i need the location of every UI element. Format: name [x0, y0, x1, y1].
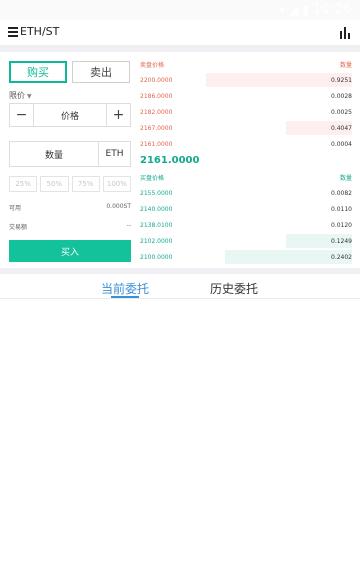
buy-button[interactable]: 买入: [9, 240, 131, 262]
percent-50-button[interactable]: 50%: [40, 176, 69, 192]
ask-header: 卖盘价格 数量: [140, 60, 352, 69]
quantity-input[interactable]: 数量: [10, 142, 98, 166]
bid-price: 2138.0100: [140, 221, 173, 229]
ask-row[interactable]: 2167.0000 0.4047: [140, 120, 352, 136]
quantity-field: 数量 ETH: [9, 141, 131, 167]
percent-100-button[interactable]: 100%: [102, 176, 131, 192]
available-value: 0.000ST: [106, 203, 131, 210]
ask-amount: 0.0025: [331, 108, 352, 116]
ask-row[interactable]: 2186.0000 0.0028: [140, 88, 352, 104]
ask-price: 2200.0000: [140, 76, 173, 84]
amount-label: 交易额: [9, 224, 28, 231]
ask-price: 2161.0000: [140, 140, 173, 148]
bid-price: 2155.0000: [140, 189, 173, 197]
orders-tabs: 当前委托 历史委托: [0, 274, 360, 299]
bid-amount-header: 数量: [339, 175, 352, 182]
ask-price: 2186.0000: [140, 92, 173, 100]
wifi-icon: ▾: [279, 2, 286, 17]
ask-amount: 0.0028: [331, 92, 352, 100]
ask-price: 2167.0000: [140, 124, 173, 132]
tab-current-orders[interactable]: 当前委托: [101, 280, 149, 297]
divider: [0, 46, 360, 52]
bid-row[interactable]: 2102.0000 0.1249: [140, 233, 352, 249]
bid-price: 2140.0000: [140, 205, 173, 213]
buy-tab[interactable]: 购买: [9, 61, 67, 83]
amount-value: --: [126, 222, 131, 229]
bid-header: 买盘价格 数量: [140, 173, 352, 182]
chart-icon[interactable]: [340, 27, 352, 39]
bid-price: 2102.0000: [140, 237, 173, 245]
active-tab-indicator: [111, 296, 139, 298]
ask-price: 2182.0000: [140, 108, 173, 116]
ask-row[interactable]: 2161.0000 0.0004: [140, 136, 352, 152]
ask-amount: 0.0004: [331, 140, 352, 148]
available-row: 可用 0.000ST: [9, 203, 131, 212]
amount-row: 交易额 --: [9, 222, 131, 231]
app-header: ETH/ST: [0, 20, 360, 46]
battery-icon: ▮: [302, 2, 310, 17]
price-increase-button[interactable]: +: [106, 104, 130, 126]
bid-amount: 0.0082: [331, 189, 352, 197]
ask-row[interactable]: 2182.0000 0.0025: [140, 104, 352, 120]
ask-row[interactable]: 2200.0000 0.9251: [140, 72, 352, 88]
bid-row[interactable]: 2140.0000 0.0110: [140, 201, 352, 217]
percent-25-button[interactable]: 25%: [9, 176, 38, 192]
ask-amount-header: 数量: [339, 62, 352, 69]
available-label: 可用: [9, 205, 22, 212]
status-bar: ▾ ◢ ▮ 10:26: [0, 0, 360, 20]
price-stepper: − 价格 +: [9, 103, 131, 127]
order-type-label: 限价: [9, 91, 25, 100]
last-price: 2161.0000: [140, 155, 200, 166]
order-type-select[interactable]: 限价 ▼: [9, 90, 32, 101]
quantity-unit: ETH: [98, 142, 130, 166]
price-decrease-button[interactable]: −: [10, 104, 34, 126]
percent-75-button[interactable]: 75%: [71, 176, 100, 192]
pair-title[interactable]: ETH/ST: [20, 25, 59, 38]
bid-row[interactable]: 2100.0000 0.2402: [140, 249, 352, 265]
sell-tab[interactable]: 卖出: [72, 61, 130, 83]
bid-price: 2100.0000: [140, 253, 173, 261]
bid-amount: 0.2402: [331, 253, 352, 261]
bid-amount: 0.0120: [331, 221, 352, 229]
status-time: 10:26: [313, 2, 352, 17]
signal-icon: ◢: [289, 2, 299, 17]
ask-amount: 0.4047: [331, 124, 352, 132]
ask-price-header: 卖盘价格: [140, 62, 165, 69]
percent-selector: 25% 50% 75% 100%: [9, 176, 131, 192]
bid-amount: 0.1249: [331, 237, 352, 245]
bid-row[interactable]: 2138.0100 0.0120: [140, 217, 352, 233]
menu-icon[interactable]: [8, 27, 18, 37]
tab-order-history[interactable]: 历史委托: [210, 280, 258, 297]
bid-row[interactable]: 2155.0000 0.0082: [140, 185, 352, 201]
price-input[interactable]: 价格: [34, 104, 106, 126]
ask-amount: 0.9251: [331, 76, 352, 84]
bid-amount: 0.0110: [331, 205, 352, 213]
bid-price-header: 买盘价格: [140, 175, 165, 182]
chevron-down-icon: ▼: [27, 93, 32, 100]
